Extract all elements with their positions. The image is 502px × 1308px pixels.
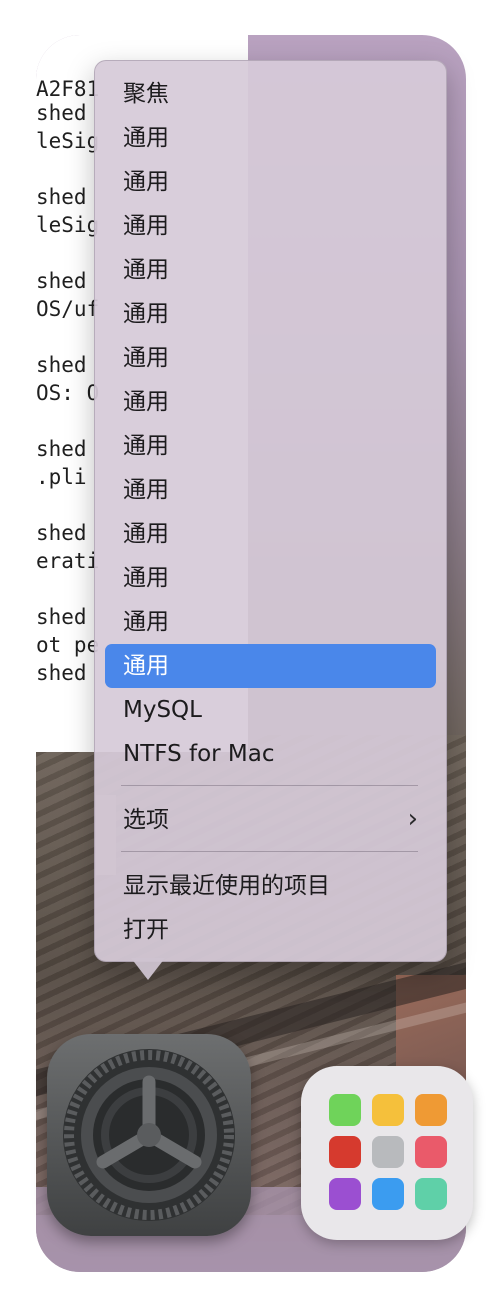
terminal-line: leSig [36,213,100,237]
menu-item-general[interactable]: 通用 [105,380,436,424]
launchpad-tile [372,1178,404,1210]
menu-item-options[interactable]: 选项 › [105,798,436,842]
dock-context-menu: 聚焦 通用 通用 通用 通用 通用 通用 通用 通用 通用 通用 通用 通用 通… [94,60,447,962]
menu-item-general[interactable]: 通用 [105,556,436,600]
menu-item-general[interactable]: 通用 [105,248,436,292]
chevron-right-icon: › [407,804,418,834]
terminal-line: shed [36,437,87,461]
terminal-line: OS/uf [36,297,100,321]
terminal-line: ot pe [36,633,100,657]
menu-item-ntfs-for-mac[interactable]: NTFS for Mac [105,732,436,776]
launchpad-tile [329,1136,361,1168]
menu-item-general[interactable]: 通用 [105,160,436,204]
menu-item-open[interactable]: 打开 [105,908,436,952]
terminal-line: shed [36,185,87,209]
terminal-line: A2F81 [36,77,100,101]
menu-item-general[interactable]: 通用 [105,512,436,556]
terminal-line: shed [36,269,87,293]
terminal-line: erati [36,549,100,573]
terminal-line: shed [36,353,87,377]
terminal-line: .pli [36,465,87,489]
menu-item-general[interactable]: 通用 [105,292,436,336]
launchpad-dock-icon[interactable] [301,1066,473,1240]
terminal-line: shed [36,661,87,685]
launchpad-tile [372,1136,404,1168]
terminal-line: leSig [36,129,100,153]
menu-separator [121,785,418,786]
terminal-line: shed [36,605,87,629]
gear-icon [63,1049,235,1221]
menu-item-general-selected[interactable]: 通用 [105,644,436,688]
launchpad-tile [329,1178,361,1210]
menu-separator [121,851,418,852]
menu-item-general[interactable]: 通用 [105,424,436,468]
terminal-line: shed [36,521,87,545]
menu-item-spotlight[interactable]: 聚焦 [105,72,436,116]
menu-item-options-label: 选项 [123,807,169,833]
launchpad-tile [415,1136,447,1168]
launchpad-tile [329,1094,361,1126]
terminal-line: shed [36,101,87,125]
menu-item-show-recent[interactable]: 显示最近使用的项目 [105,864,436,908]
menu-item-general[interactable]: 通用 [105,468,436,512]
menu-item-general[interactable]: 通用 [105,336,436,380]
menu-item-general[interactable]: 通用 [105,600,436,644]
terminal-line: OS: O [36,381,100,405]
launchpad-tile [415,1094,447,1126]
menu-item-general[interactable]: 通用 [105,116,436,160]
system-preferences-dock-icon[interactable] [47,1034,251,1236]
menu-pointer-arrow [131,958,165,980]
menu-item-mysql[interactable]: MySQL [105,688,436,732]
menu-item-general[interactable]: 通用 [105,204,436,248]
launchpad-tile [415,1178,447,1210]
launchpad-tile [372,1094,404,1126]
